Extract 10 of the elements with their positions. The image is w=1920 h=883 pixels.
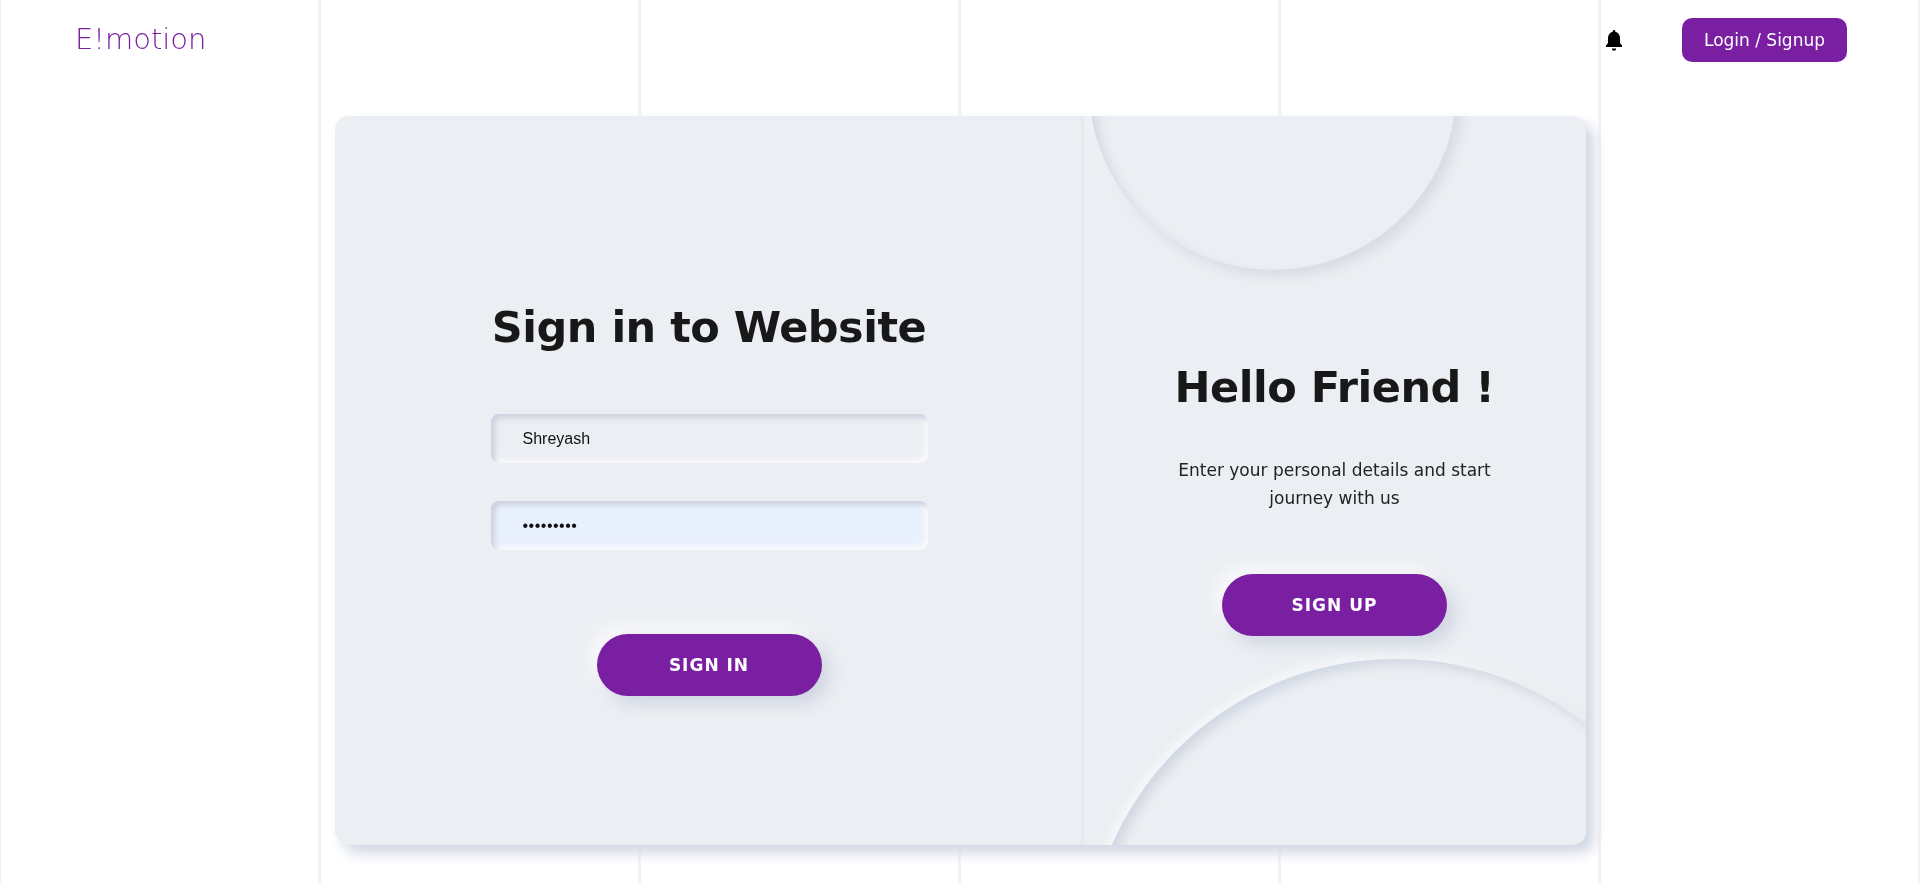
welcome-text: Enter your personal details and start journey with us — [1177, 459, 1492, 510]
bell-icon[interactable] — [1603, 29, 1624, 51]
login-signup-button[interactable]: Login / Signup — [1681, 18, 1847, 62]
sign-in-title: Sign in to Website — [491, 302, 927, 352]
sign-up-button[interactable]: SIGN UP — [1222, 574, 1447, 636]
password-field[interactable]: ••••••••• — [490, 501, 928, 550]
sign-in-button[interactable]: SIGN IN — [596, 634, 822, 696]
logo[interactable]: E!motion — [75, 22, 207, 56]
username-field[interactable]: Shreyash — [490, 414, 928, 463]
hello-title: Hello Friend ! — [1174, 362, 1495, 412]
